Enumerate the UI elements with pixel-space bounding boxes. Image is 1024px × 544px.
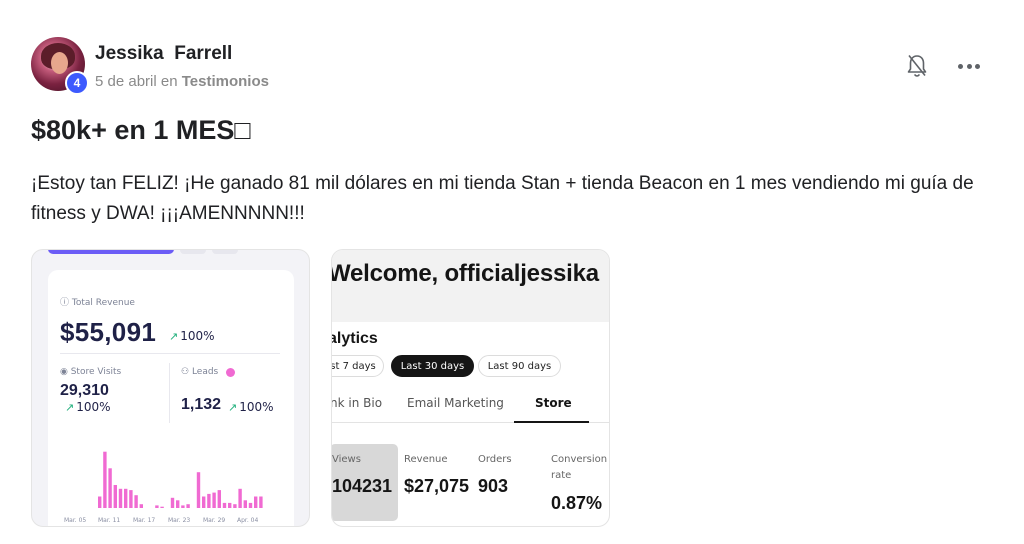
chart-bar <box>228 502 232 508</box>
leads-change: ↗ 100% <box>228 400 274 414</box>
chart-bar <box>222 502 227 508</box>
chart-bar <box>196 472 201 508</box>
total-revenue-change: ↗ 100% <box>169 329 215 343</box>
chart-date-tick: Mar. 05 <box>64 517 87 524</box>
store-visits-change: ↗ 100% <box>65 400 111 414</box>
chart-bar <box>170 497 175 508</box>
tab-email-marketing[interactable]: Email Marketing <box>407 396 504 410</box>
leads-value: 1,132 <box>181 396 222 413</box>
author-name[interactable]: Jessika Farrell <box>95 43 232 65</box>
trend-up-icon: ↗ <box>169 330 179 343</box>
analytics-heading: alytics <box>331 330 378 347</box>
chart-bar <box>118 488 123 508</box>
post-title: $80k+ en 1 MES□ <box>31 115 251 145</box>
revenue-label: Revenue <box>404 454 448 465</box>
more-horizontal-icon[interactable] <box>956 56 982 76</box>
post-date: 5 de abril en <box>95 73 182 90</box>
conversion-label-line2: rate <box>551 470 572 481</box>
chart-date-tick: Mar. 17 <box>133 517 156 524</box>
revenue-bar-chart <box>98 451 263 508</box>
chart-date-tick: Mar. 29 <box>203 517 226 524</box>
dashboard-tab <box>180 250 206 254</box>
chart-bar <box>212 492 216 508</box>
chart-bar <box>248 502 253 508</box>
dashboard-tab <box>212 250 238 254</box>
chart-date-tick: Apr. 04 <box>237 517 259 524</box>
chart-bar <box>181 505 185 508</box>
trend-up-icon: ↗ <box>228 401 238 414</box>
orders-label: Orders <box>478 454 512 465</box>
missing-glyph: □ <box>234 115 251 145</box>
chip-last-7-days[interactable]: st 7 days <box>332 355 384 377</box>
chart-bar <box>139 504 143 508</box>
chart-date-tick: Mar. 11 <box>98 517 121 524</box>
chart-bar <box>217 490 221 508</box>
chip-last-90-days[interactable]: Last 90 days <box>478 355 561 377</box>
orders-value: 903 <box>478 476 509 496</box>
chart-bar <box>186 504 190 508</box>
chart-date-tick: Mar. 23 <box>168 517 191 524</box>
post-meta: 5 de abril en Testimonios <box>95 73 269 90</box>
chart-bar <box>259 496 263 508</box>
chart-bar <box>124 488 128 508</box>
chart-bar <box>103 451 107 508</box>
total-revenue-value: $55,091 <box>60 317 157 347</box>
welcome-title: Welcome, officialjessika <box>331 260 599 287</box>
divider <box>169 363 170 423</box>
chart-bar <box>113 485 117 508</box>
views-value: 104231 <box>332 476 393 496</box>
avatar-face <box>51 52 68 74</box>
conversion-label-line1: Conversion <box>551 454 608 465</box>
chart-bar <box>202 496 206 508</box>
store-visits-value: 29,310 <box>60 382 109 399</box>
attachment-stan-image[interactable]: Welcome, officialjessika alytics st 7 da… <box>331 249 610 527</box>
level-badge: 4 <box>65 71 89 95</box>
attachment-dashboard-image[interactable]: ⓘ Total Revenue $55,091 ↗ 100% ◉ Store Vi… <box>31 249 310 527</box>
bell-off-icon[interactable] <box>906 53 928 79</box>
divider <box>60 353 280 354</box>
chart-bar <box>129 490 133 508</box>
dashboard-tab-active <box>48 250 174 254</box>
chart-bar <box>108 468 112 508</box>
chart-bar <box>176 500 180 508</box>
chart-bar <box>160 506 164 508</box>
tab-link-in-bio[interactable]: nk in Bio <box>332 396 382 410</box>
chart-bar <box>134 495 138 508</box>
post-body: ¡Estoy tan FELIZ! ¡He ganado 81 mil dóla… <box>31 173 974 224</box>
tab-store[interactable]: Store <box>535 396 572 410</box>
chip-last-30-days[interactable]: Last 30 days <box>391 355 474 377</box>
chart-bar <box>98 496 102 508</box>
chart-bar <box>254 496 258 508</box>
store-visits-label: ◉ Store Visits <box>60 367 122 377</box>
chart-bar <box>238 488 242 508</box>
revenue-value: $27,075 <box>404 476 470 496</box>
conversion-value: 0.87% <box>551 493 603 513</box>
post-category[interactable]: Testimonios <box>182 73 269 90</box>
chart-bar <box>155 505 159 508</box>
chart-bar <box>233 504 237 508</box>
chart-bar <box>207 493 211 508</box>
views-label: Views <box>332 454 361 465</box>
trend-up-icon: ↗ <box>65 401 75 414</box>
chart-bar <box>243 500 247 508</box>
active-tab-indicator <box>514 421 589 423</box>
total-revenue-label: ⓘ Total Revenue <box>60 298 135 308</box>
leads-label: ⚇ Leads <box>181 367 219 377</box>
leads-color-dot <box>226 368 235 377</box>
